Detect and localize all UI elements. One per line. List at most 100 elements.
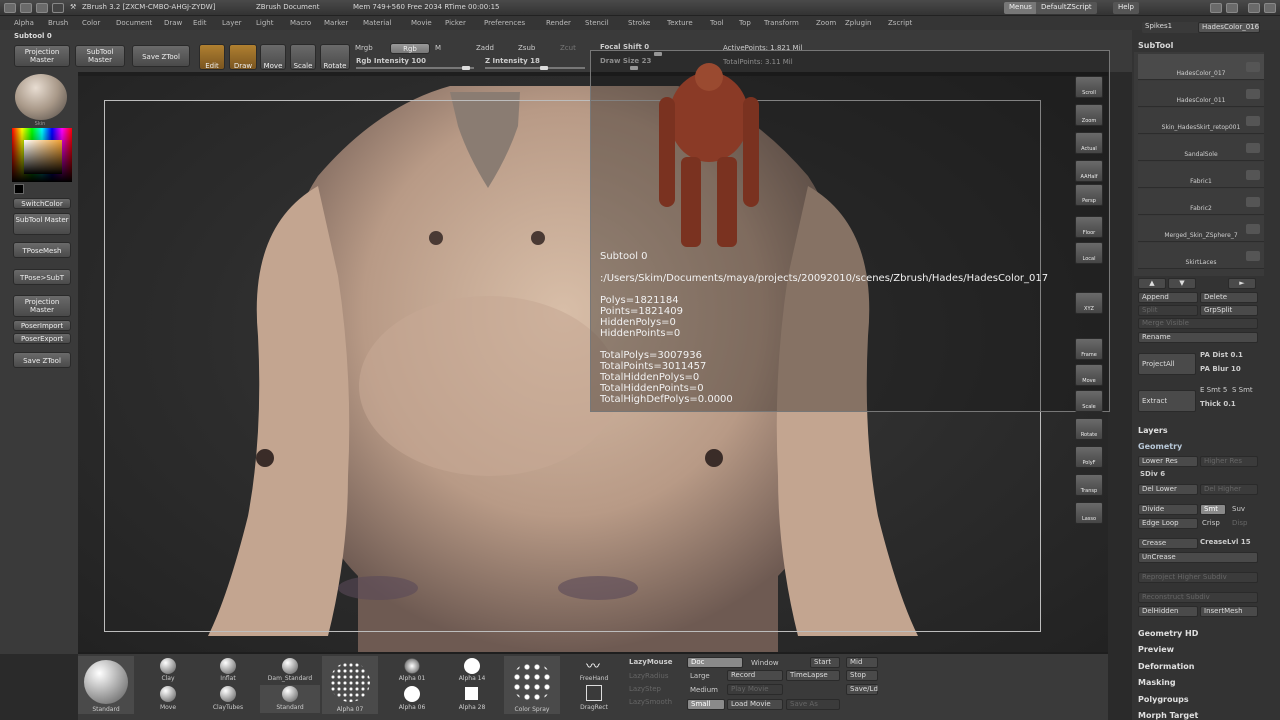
reproject-higher-subdiv-button[interactable]: Reproject Higher Subdiv <box>1138 572 1258 583</box>
project-all-button[interactable]: ProjectAll <box>1138 353 1196 375</box>
medium-button[interactable]: Medium <box>690 686 718 694</box>
lazymouse-toggle[interactable]: LazyMouse <box>629 658 673 666</box>
subtool-item[interactable]: Merged_Skin_ZSphere_7 <box>1138 216 1264 242</box>
tray-toggle-icon[interactable] <box>1210 3 1222 13</box>
morph-target-section[interactable]: Morph Target <box>1138 711 1198 720</box>
menu-movie[interactable]: Movie <box>411 19 432 27</box>
default-zscript-button[interactable]: DefaultZScript <box>1036 2 1097 14</box>
menu-document[interactable]: Document <box>116 19 152 27</box>
tray-toggle-icon[interactable] <box>1226 3 1238 13</box>
load-movie-button[interactable]: Load Movie <box>727 699 783 710</box>
menu-marker[interactable]: Marker <box>324 19 348 27</box>
dragrect-stroke-slot[interactable]: DragRect <box>566 685 622 713</box>
layers-section[interactable]: Layers <box>1138 426 1168 435</box>
rename-button[interactable]: Rename <box>1138 332 1258 343</box>
uncrease-button[interactable]: UnCrease <box>1138 552 1258 563</box>
del-lower-button[interactable]: Del Lower <box>1138 484 1198 495</box>
arrow-right-icon[interactable]: ► <box>1228 278 1256 289</box>
insert-mesh-button[interactable]: InsertMesh <box>1200 606 1258 617</box>
visibility-eye-icon[interactable] <box>1246 251 1260 261</box>
lazystep-slider[interactable]: LazyStep <box>629 685 661 693</box>
mrgb-button[interactable]: Mrgb <box>355 44 373 52</box>
rotate-button[interactable]: Rotate <box>320 44 350 70</box>
minimize-icon[interactable] <box>1248 3 1260 13</box>
scale-button[interactable]: Scale <box>1075 390 1103 412</box>
frame-button[interactable]: Frame <box>1075 338 1103 360</box>
poser-import-button[interactable]: PoserImport <box>13 320 71 331</box>
subtool-item[interactable]: HadesColor_011 <box>1138 81 1264 107</box>
subtool-item[interactable]: SkirtLaces <box>1138 243 1264 269</box>
menu-light[interactable]: Light <box>256 19 273 27</box>
zcut-button[interactable]: Zcut <box>560 44 576 52</box>
record-button[interactable]: Record <box>727 670 783 681</box>
grpsplit-button[interactable]: GrpSplit <box>1200 305 1258 316</box>
tpose-mesh-button[interactable]: TPoseMesh <box>13 242 71 258</box>
rgb-intensity-knob[interactable] <box>462 66 470 70</box>
menu-alpha[interactable]: Alpha <box>14 19 34 27</box>
visibility-eye-icon[interactable] <box>1246 224 1260 234</box>
rotate-button[interactable]: Rotate <box>1075 418 1103 440</box>
crease-button[interactable]: Crease <box>1138 538 1198 549</box>
help-button[interactable]: Help <box>1113 2 1139 14</box>
menu-material[interactable]: Material <box>363 19 391 27</box>
actual-button[interactable]: Actual <box>1075 132 1103 154</box>
save-ztool-button[interactable]: Save ZTool <box>13 352 71 368</box>
menu-picker[interactable]: Picker <box>445 19 466 27</box>
dam-standard-brush-slot[interactable]: Dam_Standard <box>260 656 320 684</box>
move-brush-slot[interactable]: Move <box>140 685 196 713</box>
tool-tab[interactable]: HadesColor_016 <box>1198 22 1260 33</box>
freehand-stroke-slot[interactable]: 〰 FreeHand <box>566 656 622 684</box>
edit-button[interactable]: Edit <box>199 44 225 70</box>
polygroups-section[interactable]: Polygroups <box>1138 695 1189 704</box>
lazyradius-slider[interactable]: LazyRadius <box>629 672 668 680</box>
large-button[interactable]: Large <box>690 672 710 680</box>
rgb-button[interactable]: Rgb <box>390 43 430 54</box>
masking-section[interactable]: Masking <box>1138 678 1176 687</box>
menu-layer[interactable]: Layer <box>222 19 242 27</box>
arrow-up-icon[interactable]: ▲ <box>1138 278 1166 289</box>
menu-stroke[interactable]: Stroke <box>628 19 650 27</box>
deformation-section[interactable]: Deformation <box>1138 662 1194 671</box>
color-picker[interactable] <box>12 128 72 182</box>
lazysmooth-slider[interactable]: LazySmooth <box>629 698 672 706</box>
scale-button[interactable]: Scale <box>290 44 316 70</box>
alpha-01-slot[interactable]: Alpha 01 <box>384 656 440 684</box>
close-icon[interactable] <box>1264 3 1276 13</box>
tpose-subt-button[interactable]: TPose>SubT <box>13 269 71 285</box>
scroll-button[interactable]: Scroll <box>1075 76 1103 98</box>
aahalf-button[interactable]: AAHalf <box>1075 160 1103 182</box>
minimize-window-icon[interactable] <box>20 3 32 13</box>
tool-tab[interactable]: Spikes1 <box>1142 22 1202 33</box>
geometry-hd-section[interactable]: Geometry HD <box>1138 629 1198 638</box>
transp-button[interactable]: Transp <box>1075 474 1103 496</box>
menu-render[interactable]: Render <box>546 19 571 27</box>
higher-res-button[interactable]: Higher Res <box>1200 456 1258 467</box>
smt-toggle[interactable]: Smt <box>1200 504 1226 515</box>
lower-res-button[interactable]: Lower Res <box>1138 456 1198 467</box>
divide-button[interactable]: Divide <box>1138 504 1198 515</box>
subtool-item[interactable]: Fabric2 <box>1138 189 1264 215</box>
clay-brush-slot[interactable]: Clay <box>140 656 196 684</box>
menu-transform[interactable]: Transform <box>764 19 799 27</box>
material-swatch[interactable] <box>15 74 67 120</box>
save-as-button[interactable]: Save As <box>786 699 840 710</box>
alpha-28-slot[interactable]: Alpha 28 <box>444 685 500 713</box>
thick-slider[interactable]: Thick 0.1 <box>1200 400 1236 408</box>
pa-dist-slider[interactable]: PA Dist 0.1 <box>1200 351 1243 359</box>
subtool-item[interactable]: HadesColor_017 <box>1138 54 1264 80</box>
window-button[interactable]: Window <box>751 659 779 667</box>
visibility-eye-icon[interactable] <box>1246 197 1260 207</box>
z-intensity-slider[interactable]: Z Intensity 18 <box>485 57 540 65</box>
save-ztool-button[interactable]: Save ZTool <box>132 45 190 67</box>
move-button[interactable]: Move <box>1075 364 1103 386</box>
menu-texture[interactable]: Texture <box>667 19 693 27</box>
arrow-down-icon[interactable]: ▼ <box>1168 278 1196 289</box>
visibility-eye-icon[interactable] <box>1246 116 1260 126</box>
s-smt-slider[interactable]: S Smt <box>1232 386 1253 394</box>
edge-loop-button[interactable]: Edge Loop <box>1138 518 1198 529</box>
pa-blur-slider[interactable]: PA Blur 10 <box>1200 365 1241 373</box>
suv-toggle[interactable]: Suv <box>1232 505 1245 513</box>
preview-section[interactable]: Preview <box>1138 645 1174 654</box>
secondary-color-swatch[interactable] <box>14 184 24 194</box>
menu-edit[interactable]: Edit <box>193 19 207 27</box>
